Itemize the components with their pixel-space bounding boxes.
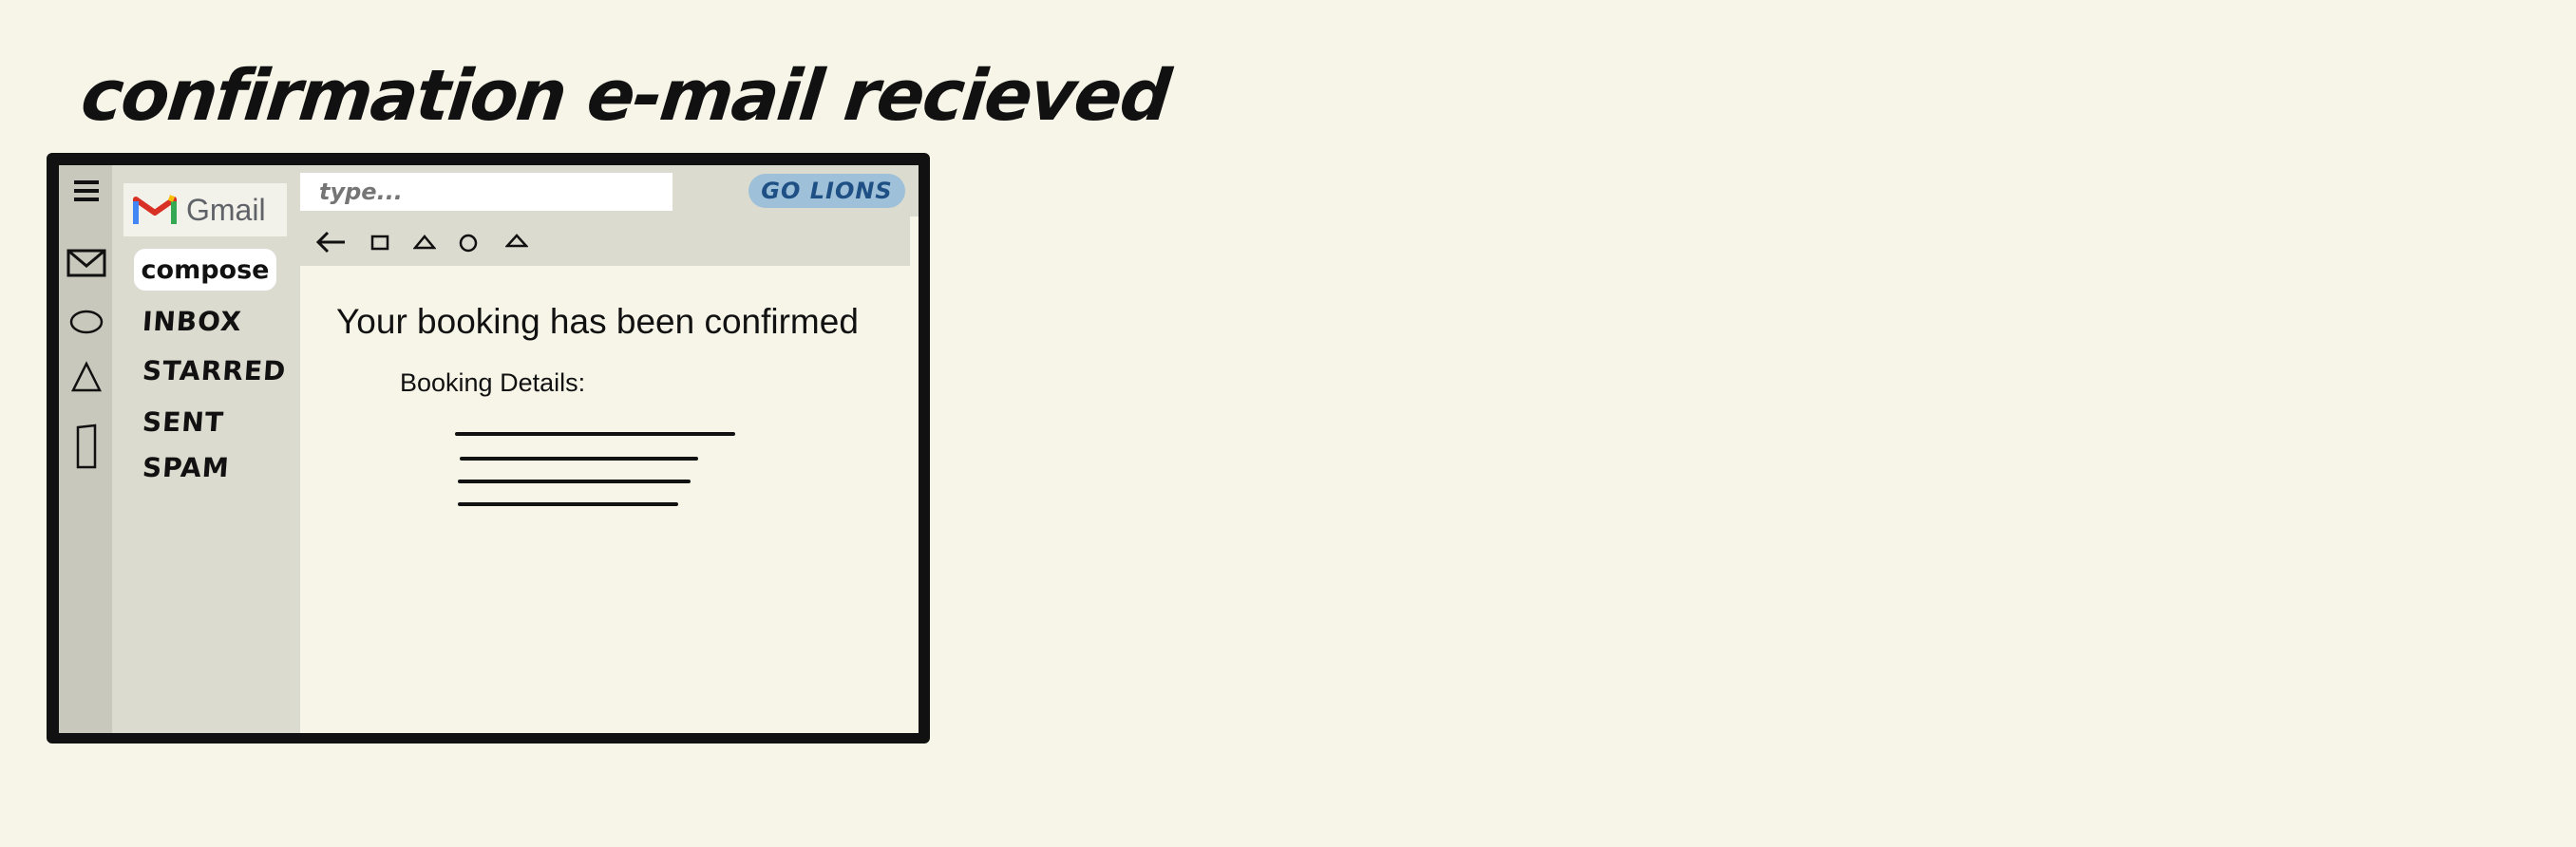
gmail-logo-text: Gmail	[186, 192, 266, 227]
message-toolbar	[300, 216, 910, 266]
sidebar-item-spam[interactable]: SPAM	[142, 452, 231, 483]
sidebar-item-starred[interactable]: STARRED	[142, 355, 288, 386]
search-input[interactable]	[300, 173, 672, 211]
placeholder-line	[458, 502, 678, 506]
sidebar-item-sent[interactable]: SENT	[142, 406, 225, 438]
compose-button[interactable]: compose	[134, 249, 276, 291]
back-arrow-icon[interactable]	[313, 228, 348, 256]
placeholder-line	[455, 432, 735, 436]
sidebar-item-inbox[interactable]: INBOX	[142, 306, 243, 337]
mail-icon[interactable]	[66, 243, 106, 283]
page-title: confirmation e-mail recieved	[77, 55, 1173, 137]
email-subject: Your booking has been confirmed	[336, 302, 859, 341]
placeholder-line	[460, 457, 698, 461]
triangle-icon[interactable]	[504, 228, 529, 256]
gmail-m-icon	[133, 195, 177, 224]
menu-icon[interactable]	[66, 171, 106, 211]
placeholder-line	[458, 480, 691, 483]
rectangle-icon[interactable]	[66, 423, 106, 470]
circle-icon[interactable]	[66, 302, 106, 342]
gmail-logo[interactable]: Gmail	[123, 183, 287, 236]
triangle-icon[interactable]	[412, 228, 437, 256]
square-icon[interactable]	[369, 228, 391, 256]
user-badge[interactable]: GO LIONS	[748, 174, 905, 208]
booking-details-label: Booking Details:	[400, 368, 586, 397]
triangle-icon[interactable]	[66, 357, 106, 397]
circle-icon[interactable]	[457, 228, 480, 256]
